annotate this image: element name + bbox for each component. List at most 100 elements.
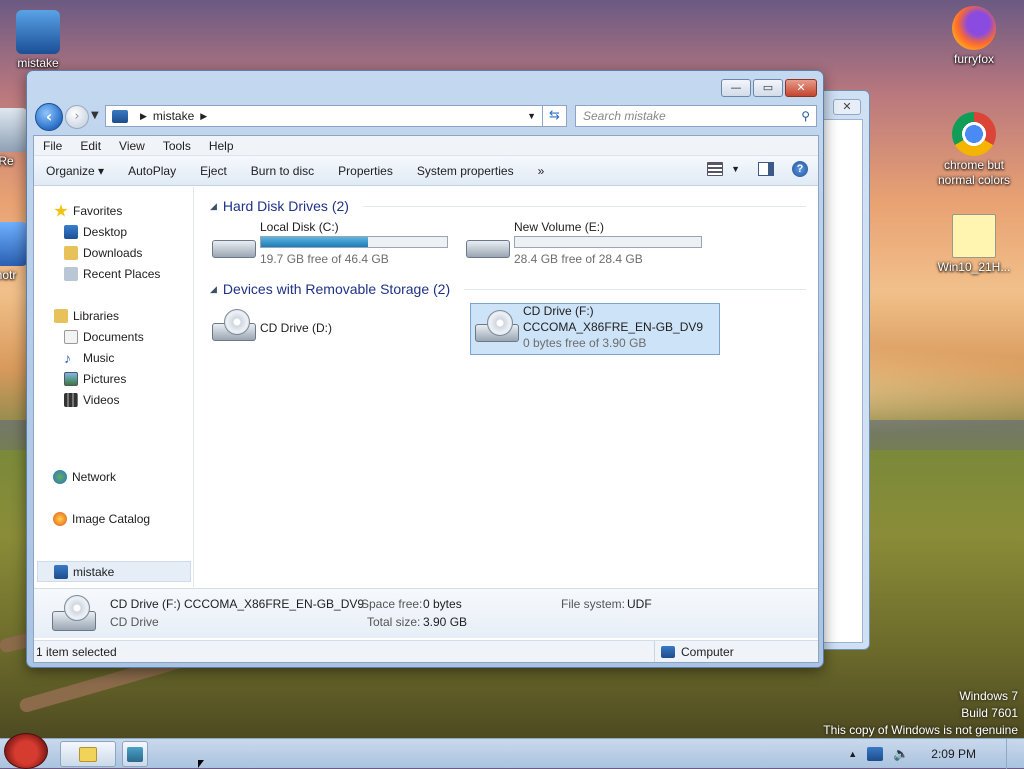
nav-item-favorites[interactable]: Favorites	[54, 201, 122, 221]
system-tray: ▲ 🔈 2:09 PM	[848, 739, 1016, 769]
drive-f[interactable]: CD Drive (F:) CCCOMA_X86FRE_EN-GB_DV9 0 …	[470, 303, 720, 355]
nav-item-computer[interactable]: mistake	[54, 562, 114, 582]
more-commands-button[interactable]: »	[526, 164, 557, 178]
drive-c[interactable]: Local Disk (C:) 19.7 GB free of 46.4 GB	[208, 220, 458, 272]
nav-item-videos[interactable]: Videos	[64, 390, 119, 410]
system-properties-button[interactable]: System properties	[405, 164, 526, 178]
computer-icon	[661, 645, 675, 658]
explorer-window[interactable]: — ▭ ✕ ‹ › ▼ ▶ mistake ▶ ▼ ⇆ Search mista…	[26, 70, 824, 668]
nav-item-desktop[interactable]: Desktop	[64, 222, 127, 242]
notepad-icon	[0, 222, 28, 266]
start-button[interactable]	[4, 733, 48, 769]
breadcrumb-chevron-icon[interactable]: ▶	[140, 111, 147, 122]
nav-item-pictures[interactable]: Pictures	[64, 369, 126, 389]
background-window-close-button[interactable]: ✕	[833, 99, 861, 115]
hard-drive-icon	[212, 232, 256, 260]
firefox-icon	[952, 6, 996, 50]
preview-pane-icon[interactable]	[758, 162, 774, 176]
breadcrumb-location[interactable]: mistake	[153, 109, 194, 123]
iso-file-icon	[952, 214, 996, 258]
nav-item-network[interactable]: Network	[53, 470, 116, 484]
network-icon	[53, 470, 67, 484]
menu-view[interactable]: View	[110, 139, 154, 153]
autoplay-button[interactable]: AutoPlay	[116, 164, 188, 178]
explorer-content: File Edit View Tools Help Organize ▾ Aut…	[33, 135, 819, 663]
menu-file[interactable]: File	[34, 139, 71, 153]
nav-item-music[interactable]: ♪ Music	[64, 348, 114, 368]
group-header-hard-disks[interactable]: ◢ Hard Disk Drives (2)	[210, 196, 806, 216]
cd-drive-icon	[212, 309, 256, 343]
recent-places-icon	[64, 267, 78, 281]
navigation-pane: Favorites Desktop Downloads Recent Place…	[34, 187, 194, 587]
search-input[interactable]: Search mistake ⚲	[575, 105, 817, 127]
clock[interactable]: 2:09 PM	[931, 747, 976, 761]
details-space-free-label: Space free:	[361, 597, 423, 611]
details-type: CD Drive	[110, 615, 159, 629]
computer-icon	[112, 109, 128, 123]
drive-c-usage-fill	[261, 237, 368, 247]
close-button[interactable]: ✕	[785, 79, 817, 97]
recycle-bin-icon	[0, 108, 28, 152]
minimize-button[interactable]: —	[721, 79, 751, 97]
nav-item-libraries[interactable]: Libraries	[54, 306, 119, 326]
desktop-icon-iso[interactable]: Win10_21H...	[934, 214, 1014, 275]
collapse-triangle-icon[interactable]: ◢	[210, 201, 217, 212]
cd-drive-icon	[52, 595, 96, 633]
back-button[interactable]: ‹	[35, 103, 63, 131]
group-divider	[362, 205, 806, 207]
nav-item-documents[interactable]: Documents	[64, 327, 144, 347]
taskbar-window-button[interactable]	[122, 741, 148, 767]
desktop-icon-computer[interactable]: mistake	[0, 10, 78, 71]
forward-button[interactable]: ›	[65, 105, 89, 129]
group-header-removable[interactable]: ◢ Devices with Removable Storage (2)	[210, 279, 806, 299]
status-bar: 1 item selected Computer	[34, 640, 818, 662]
downloads-folder-icon	[64, 246, 78, 260]
breadcrumb-chevron-icon[interactable]: ▶	[200, 111, 207, 122]
computer-icon	[16, 10, 60, 54]
show-hidden-icons-button[interactable]: ▲	[848, 749, 857, 759]
hard-drive-icon	[466, 232, 510, 260]
view-controls: ▼ ?	[707, 161, 808, 177]
nav-item-recent-places[interactable]: Recent Places	[64, 264, 160, 284]
desktop-icon	[64, 225, 78, 239]
drive-d[interactable]: CD Drive (D:)	[208, 303, 458, 355]
burn-to-disc-button[interactable]: Burn to disc	[239, 164, 326, 178]
properties-button[interactable]: Properties	[326, 164, 405, 178]
address-dropdown-icon[interactable]: ▼	[527, 111, 536, 121]
refresh-button[interactable]: ⇆	[543, 105, 567, 127]
desktop-icon-furryfox[interactable]: furryfox	[934, 6, 1014, 67]
help-icon[interactable]: ?	[792, 161, 808, 177]
group-divider	[464, 288, 806, 290]
desktop-icon-chrome[interactable]: chrome but normal colors	[934, 112, 1014, 188]
change-view-button[interactable]: ▼	[707, 162, 740, 176]
show-desktop-button[interactable]	[1006, 739, 1016, 769]
drive-c-usage-bar	[260, 236, 448, 248]
recent-pages-dropdown[interactable]: ▼	[91, 110, 99, 121]
volume-icon[interactable]: 🔈	[893, 746, 909, 762]
details-total-size-label: Total size:	[367, 615, 421, 629]
collapse-triangle-icon[interactable]: ◢	[210, 284, 217, 295]
details-fs-label: File system:	[561, 597, 626, 611]
drive-e[interactable]: New Volume (E:) 28.4 GB free of 28.4 GB	[462, 220, 712, 272]
details-space-free-value: 0 bytes	[423, 597, 462, 611]
nav-item-downloads[interactable]: Downloads	[64, 243, 142, 263]
music-icon: ♪	[64, 350, 71, 366]
taskbar-explorer-button[interactable]	[60, 741, 116, 767]
documents-icon	[64, 330, 78, 344]
network-tray-icon[interactable]	[867, 747, 884, 761]
search-icon[interactable]: ⚲	[801, 106, 810, 126]
computer-icon	[54, 565, 68, 579]
menu-tools[interactable]: Tools	[154, 139, 200, 153]
videos-icon	[64, 393, 78, 407]
maximize-button[interactable]: ▭	[753, 79, 783, 97]
menu-edit[interactable]: Edit	[71, 139, 110, 153]
nav-item-image-catalog[interactable]: Image Catalog	[53, 512, 150, 526]
menu-help[interactable]: Help	[200, 139, 243, 153]
address-bar[interactable]: ▶ mistake ▶ ▼	[105, 105, 543, 127]
status-location: Computer	[654, 641, 734, 662]
command-bar: Organize ▾ AutoPlay Eject Burn to disc P…	[34, 156, 818, 186]
eject-button[interactable]: Eject	[188, 164, 239, 178]
caption-buttons: — ▭ ✕	[721, 79, 817, 97]
cd-drive-icon	[475, 310, 519, 344]
organize-button[interactable]: Organize ▾	[34, 164, 116, 178]
